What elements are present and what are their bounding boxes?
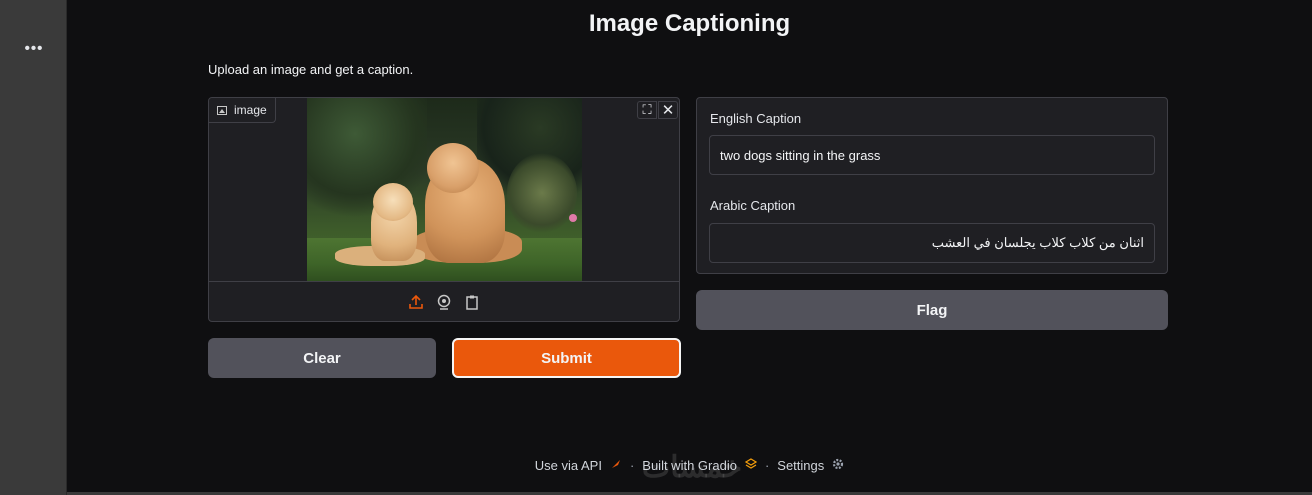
- clipboard-icon[interactable]: [464, 294, 480, 310]
- footer-separator: ·: [629, 458, 635, 473]
- flag-button[interactable]: Flag: [696, 290, 1168, 330]
- footer-separator: ·: [764, 458, 770, 473]
- close-icon[interactable]: ✕: [658, 101, 678, 119]
- english-caption-field[interactable]: two dogs sitting in the grass: [709, 135, 1155, 175]
- gear-icon[interactable]: [832, 458, 844, 473]
- arabic-caption-label: Arabic Caption: [710, 198, 796, 213]
- app-main: Image Captioning Upload an image and get…: [67, 0, 1312, 492]
- english-caption-label: English Caption: [710, 111, 802, 126]
- image-input-label: image: [209, 98, 276, 123]
- api-link[interactable]: Use via API: [535, 458, 602, 473]
- page-description: Upload an image and get a caption.: [208, 62, 414, 77]
- gradio-logo-icon: [744, 458, 758, 473]
- more-menu-icon[interactable]: •••: [25, 40, 44, 57]
- image-input-panel[interactable]: image ⛶ ✕: [208, 97, 680, 322]
- webcam-icon[interactable]: [436, 294, 452, 310]
- rocket-icon: [610, 458, 622, 473]
- captions-panel: English Caption two dogs sitting in the …: [696, 97, 1168, 274]
- settings-link[interactable]: Settings: [777, 458, 824, 473]
- clear-button[interactable]: Clear: [208, 338, 436, 378]
- upload-icon[interactable]: [408, 294, 424, 310]
- page-title: Image Captioning: [588, 10, 791, 37]
- uploaded-image: [307, 98, 582, 281]
- image-label-text: image: [234, 103, 267, 117]
- image-source-toolbar: [209, 281, 679, 321]
- arabic-caption-field[interactable]: اثنان من كلاب كلاب يجلسان في العشب: [709, 223, 1155, 263]
- left-rail: •••: [0, 0, 67, 495]
- submit-button[interactable]: Submit: [452, 338, 681, 378]
- fullscreen-icon[interactable]: ⛶: [637, 101, 657, 119]
- image-icon: [217, 105, 227, 115]
- watermark: خمسات: [642, 451, 743, 484]
